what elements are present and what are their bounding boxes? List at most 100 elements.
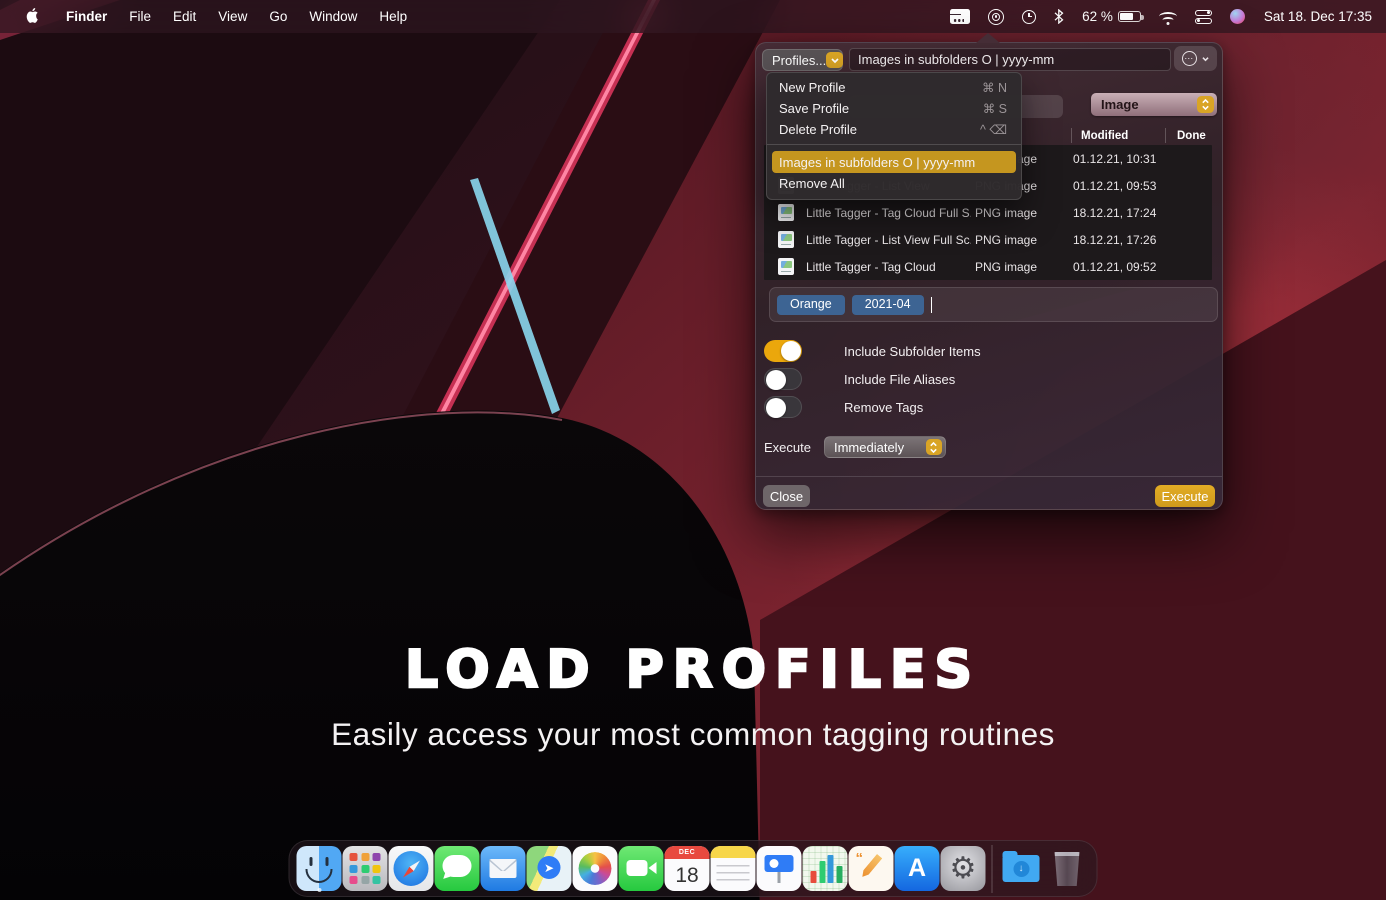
file-row[interactable]: Little Tagger - Tag Cloud PNG image 01.1… — [764, 253, 1212, 280]
file-modified: 01.12.21, 10:31 — [1073, 152, 1169, 166]
file-row[interactable]: Little Tagger - Tag Cloud Full S... PNG … — [764, 199, 1212, 226]
menu-view[interactable]: View — [207, 9, 258, 24]
profiles-menu: New Profile ⌘ N Save Profile ⌘ S Delete … — [766, 72, 1022, 200]
menu-item-delete-profile[interactable]: Delete Profile ^ ⌫ — [767, 119, 1021, 140]
battery-menubar-item[interactable]: 62 % — [1073, 5, 1150, 29]
dock-trash[interactable] — [1045, 846, 1090, 891]
notes-header-icon — [711, 846, 756, 858]
menu-go[interactable]: Go — [258, 9, 298, 24]
hotspot-rings-icon — [988, 9, 1004, 25]
menu-app-name[interactable]: Finder — [55, 9, 118, 24]
marketing-text: LOAD PROFILES Easily access your most co… — [0, 640, 1386, 753]
column-divider[interactable] — [1071, 128, 1072, 143]
dock-app-store[interactable]: A — [895, 846, 940, 891]
menu-item-label: Save Profile — [779, 101, 849, 116]
file-name: Little Tagger - Tag Cloud — [806, 260, 971, 274]
png-file-icon — [778, 204, 794, 221]
keynote-stand-icon — [778, 872, 781, 883]
photos-flower-icon — [579, 852, 612, 885]
chevron-up-down-icon — [926, 439, 942, 455]
dock-maps[interactable]: ➤ — [527, 846, 572, 891]
toggle-label: Include File Aliases — [844, 372, 955, 387]
include-aliases-toggle[interactable] — [764, 368, 802, 390]
apple-menu[interactable] — [12, 8, 55, 25]
dock-launchpad[interactable] — [343, 846, 388, 891]
kind-filter-dropdown[interactable]: Image — [1091, 93, 1217, 116]
file-row[interactable]: Little Tagger - List View Full Sc... PNG… — [764, 226, 1212, 253]
dock-keynote[interactable] — [757, 846, 802, 891]
battery-icon — [1118, 11, 1141, 22]
dock-mail[interactable] — [481, 846, 526, 891]
profile-name-input[interactable]: Images in subfolders O | yyyy-mm — [849, 48, 1171, 71]
execute-mode-value: Immediately — [834, 440, 904, 455]
chevron-up-down-icon — [1197, 96, 1214, 113]
video-camera-icon — [627, 860, 648, 876]
menu-item-saved-profile[interactable]: Images in subfolders O | yyyy-mm — [772, 151, 1016, 173]
little-tagger-menubar-item[interactable] — [941, 5, 979, 29]
menubar-clock[interactable]: Sat 18. Dec 17:35 — [1254, 9, 1376, 24]
column-divider[interactable] — [1165, 128, 1166, 143]
menu-file[interactable]: File — [118, 9, 162, 24]
tag-token[interactable]: Orange — [777, 295, 845, 315]
bluetooth-menubar-item[interactable] — [1045, 5, 1073, 29]
bluetooth-icon — [1054, 9, 1064, 24]
menu-edit[interactable]: Edit — [162, 9, 207, 24]
control-center-icon — [1195, 10, 1212, 24]
options-toggles: Include Subfolder Items Include File Ali… — [764, 340, 1064, 424]
file-kind: PNG image — [975, 260, 1073, 274]
dock-safari[interactable] — [389, 846, 434, 891]
speech-bubble-icon — [443, 855, 472, 877]
time-machine-icon — [1022, 10, 1036, 24]
execute-mode-dropdown[interactable]: Immediately — [824, 436, 946, 458]
text-cursor — [931, 297, 932, 313]
profile-name-value: Images in subfolders O | yyyy-mm — [858, 52, 1054, 67]
dock: ➤ DEC 18 “ A — [289, 840, 1098, 897]
dock-downloads[interactable]: ↓ — [999, 846, 1044, 891]
chevron-down-icon — [826, 52, 843, 68]
finder-face-icon — [310, 857, 313, 866]
battery-percent: 62 % — [1082, 9, 1113, 24]
dock-system-preferences[interactable]: ⚙ — [941, 846, 986, 891]
calendar-month: DEC — [665, 846, 710, 859]
popover-arrow — [976, 33, 1000, 43]
chevron-down-icon — [1201, 56, 1210, 62]
quote-mark-icon: “ — [856, 850, 864, 867]
dock-notes[interactable] — [711, 846, 756, 891]
running-indicator — [317, 888, 321, 892]
menu-item-remove-all[interactable]: Remove All — [767, 173, 1021, 194]
profiles-pulldown-button[interactable]: Profiles... — [762, 49, 843, 71]
more-options-button[interactable]: ⋯ — [1174, 46, 1217, 71]
file-modified: 18.12.21, 17:24 — [1073, 206, 1169, 220]
file-name: Little Tagger - List View Full Sc... — [806, 233, 971, 247]
dock-finder[interactable] — [297, 846, 342, 891]
time-machine-menubar-item[interactable] — [1013, 5, 1045, 29]
menu-item-new-profile[interactable]: New Profile ⌘ N — [767, 77, 1021, 98]
marketing-subtitle: Easily access your most common tagging r… — [0, 716, 1386, 753]
tag-token[interactable]: 2021-04 — [852, 295, 924, 315]
tags-input-field[interactable]: Orange 2021-04 — [769, 287, 1218, 322]
toggle-label: Include Subfolder Items — [844, 344, 981, 359]
menu-item-save-profile[interactable]: Save Profile ⌘ S — [767, 98, 1021, 119]
close-button[interactable]: Close — [763, 485, 810, 507]
dock-calendar[interactable]: DEC 18 — [665, 846, 710, 891]
menu-item-shortcut: ⌘ N — [982, 80, 1007, 95]
dock-pages[interactable]: “ — [849, 846, 894, 891]
navigation-arrow-icon: ➤ — [538, 856, 561, 879]
hotspot-menubar-item[interactable] — [979, 5, 1013, 29]
wifi-menubar-item[interactable] — [1150, 5, 1186, 29]
menu-window[interactable]: Window — [298, 9, 368, 24]
finder-face-icon — [306, 869, 333, 883]
dock-facetime[interactable] — [619, 846, 664, 891]
column-header-modified[interactable]: Modified — [1081, 130, 1128, 142]
control-center-menubar-item[interactable] — [1186, 5, 1221, 29]
siri-menubar-item[interactable] — [1221, 5, 1254, 29]
column-header-done[interactable]: Done — [1177, 130, 1206, 142]
dock-photos[interactable] — [573, 846, 618, 891]
include-subfolder-toggle[interactable] — [764, 340, 802, 362]
remove-tags-toggle[interactable] — [764, 396, 802, 418]
dock-messages[interactable] — [435, 846, 480, 891]
menu-help[interactable]: Help — [368, 9, 418, 24]
menu-separator — [767, 144, 1021, 145]
execute-button[interactable]: Execute — [1155, 485, 1215, 507]
dock-numbers[interactable] — [803, 846, 848, 891]
